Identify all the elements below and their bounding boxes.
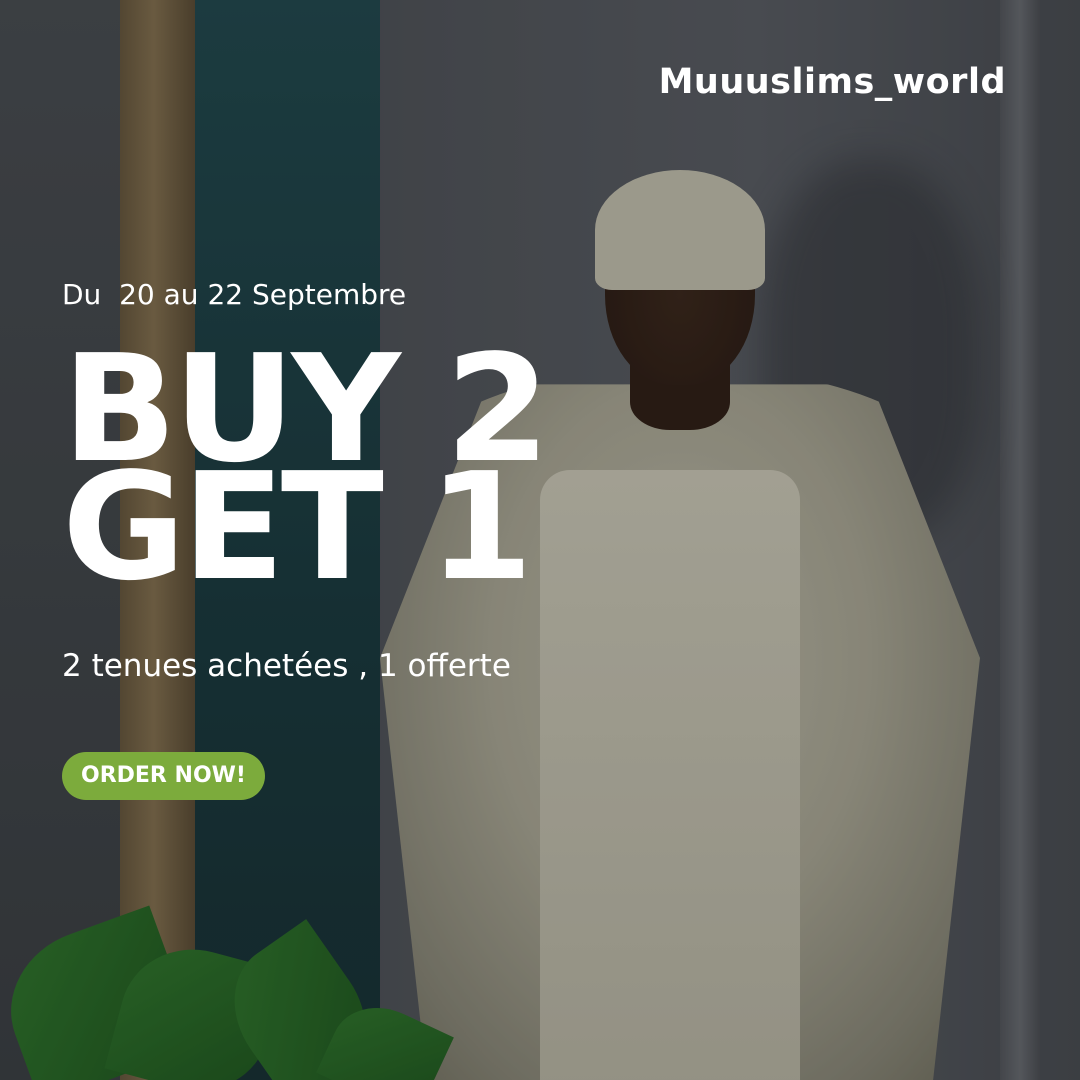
promo-dates: Du 20 au 22 Septembre bbox=[62, 278, 407, 311]
promo-subtitle: 2 tenues achetées , 1 offerte bbox=[62, 648, 511, 684]
brand-handle: Muuuslims_world bbox=[658, 62, 1006, 102]
order-now-button[interactable]: ORDER NOW! bbox=[62, 752, 265, 800]
headline-line-2: GET 1 bbox=[62, 441, 533, 613]
promo-poster: Muuuslims_world Du 20 au 22 Septembre BU… bbox=[0, 0, 1080, 1080]
promo-headline: BUY 2 GET 1 bbox=[62, 335, 550, 613]
